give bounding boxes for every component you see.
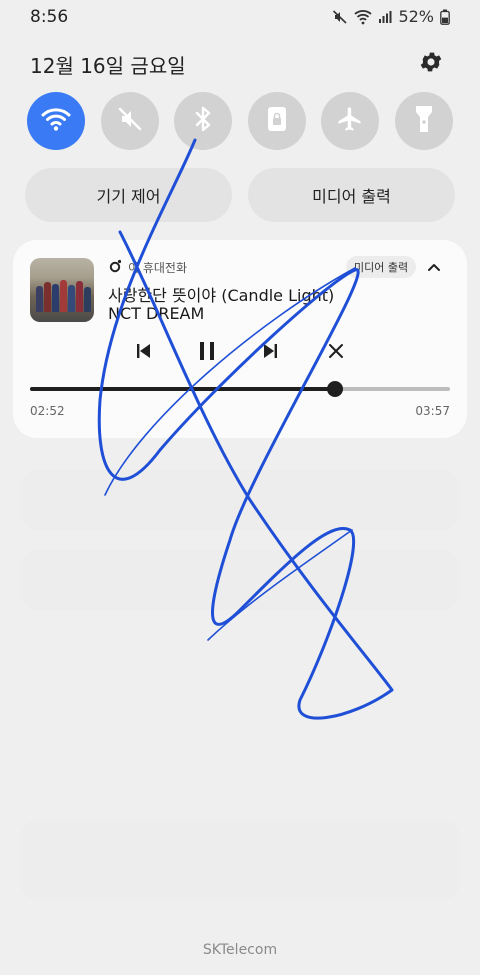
elapsed-time: 02:52 bbox=[30, 404, 65, 418]
battery-icon bbox=[440, 9, 450, 25]
airplane-icon bbox=[336, 105, 364, 137]
previous-icon bbox=[130, 344, 156, 368]
media-source: 이 휴대전화 bbox=[108, 259, 187, 276]
next-button[interactable] bbox=[258, 338, 284, 364]
previous-button[interactable] bbox=[130, 338, 156, 364]
media-source-label: 이 휴대전화 bbox=[128, 261, 188, 275]
progress-thumb[interactable] bbox=[327, 381, 344, 397]
quick-settings-row bbox=[27, 92, 453, 150]
wifi-icon bbox=[41, 106, 71, 136]
artist-name: NCT DREAM bbox=[108, 304, 205, 323]
signal-icon bbox=[378, 10, 392, 24]
sound-toggle[interactable] bbox=[100, 92, 159, 150]
wifi-icon bbox=[354, 9, 373, 25]
next-icon bbox=[258, 344, 284, 368]
wifi-toggle[interactable] bbox=[27, 92, 85, 150]
album-art[interactable] bbox=[30, 258, 94, 322]
background-notification bbox=[20, 820, 460, 900]
date-label: 12월 16일 금요일 bbox=[30, 54, 186, 78]
media-player-card: 이 휴대전화 미디어 출력 사랑한단 뜻이야 (Candle Light) NC… bbox=[13, 240, 467, 438]
media-output-button[interactable]: 미디어 출력 bbox=[248, 168, 455, 222]
background-notification bbox=[20, 470, 460, 530]
song-title: 사랑한단 뜻이야 (Candle Light) bbox=[108, 286, 335, 305]
carrier-label: SKTelecom bbox=[202, 942, 278, 958]
background-notification bbox=[20, 550, 460, 610]
progress-fill bbox=[30, 387, 336, 391]
screen-lock-toggle[interactable] bbox=[247, 92, 306, 150]
airplane-toggle[interactable] bbox=[321, 92, 380, 150]
chevron-up-icon[interactable] bbox=[426, 259, 442, 275]
mute-icon bbox=[332, 9, 348, 25]
flashlight-toggle[interactable] bbox=[394, 92, 453, 150]
status-icons: 52% bbox=[332, 7, 450, 26]
bluetooth-icon bbox=[192, 105, 214, 137]
pause-icon bbox=[194, 342, 220, 368]
battery-label: 52% bbox=[398, 7, 434, 26]
bluetooth-toggle[interactable] bbox=[174, 92, 233, 150]
total-time: 03:57 bbox=[415, 404, 450, 418]
gear-icon[interactable] bbox=[418, 49, 444, 75]
flashlight-icon bbox=[413, 104, 435, 138]
pause-button[interactable] bbox=[194, 338, 220, 364]
close-icon bbox=[323, 344, 349, 368]
mute-icon bbox=[117, 106, 143, 136]
status-time: 8:56 bbox=[30, 7, 69, 27]
status-bar: 8:56 52% bbox=[0, 0, 480, 34]
device-control-button[interactable]: 기기 제어 bbox=[25, 168, 232, 222]
close-button[interactable] bbox=[323, 338, 349, 364]
lock-icon bbox=[266, 105, 288, 137]
music-note-icon bbox=[108, 259, 122, 276]
media-output-chip[interactable]: 미디어 출력 bbox=[346, 256, 417, 278]
progress-track[interactable] bbox=[30, 381, 450, 397]
